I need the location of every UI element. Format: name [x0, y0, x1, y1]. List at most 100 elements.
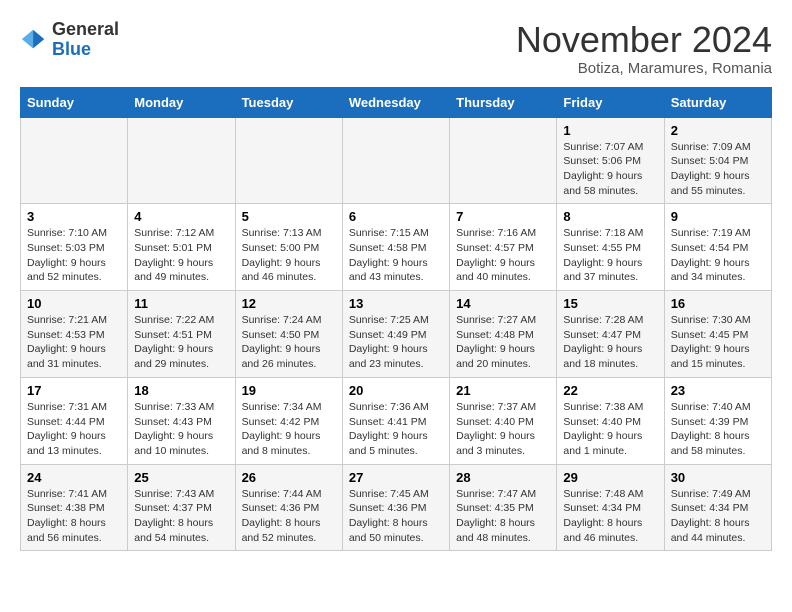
- day-detail: Sunrise: 7:10 AM Sunset: 5:03 PM Dayligh…: [27, 226, 121, 285]
- day-detail: Sunrise: 7:25 AM Sunset: 4:49 PM Dayligh…: [349, 313, 443, 372]
- page-header: General Blue November 2024 Botiza, Maram…: [20, 20, 772, 77]
- day-number: 25: [134, 470, 228, 485]
- day-number: 5: [242, 209, 336, 224]
- calendar-cell: 13 Sunrise: 7:25 AM Sunset: 4:49 PM Dayli…: [342, 291, 449, 378]
- calendar-cell: 9 Sunrise: 7:19 AM Sunset: 4:54 PM Daylig…: [664, 204, 771, 291]
- logo-icon: [20, 26, 48, 54]
- day-detail: Sunrise: 7:13 AM Sunset: 5:00 PM Dayligh…: [242, 226, 336, 285]
- day-detail: Sunrise: 7:44 AM Sunset: 4:36 PM Dayligh…: [242, 487, 336, 546]
- calendar-cell: [450, 117, 557, 204]
- day-number: 18: [134, 383, 228, 398]
- day-number: 22: [563, 383, 657, 398]
- calendar-cell: [342, 117, 449, 204]
- day-detail: Sunrise: 7:37 AM Sunset: 4:40 PM Dayligh…: [456, 400, 550, 459]
- location-subtitle: Botiza, Maramures, Romania: [516, 60, 772, 77]
- day-detail: Sunrise: 7:34 AM Sunset: 4:42 PM Dayligh…: [242, 400, 336, 459]
- calendar-cell: 12 Sunrise: 7:24 AM Sunset: 4:50 PM Dayli…: [235, 291, 342, 378]
- day-number: 9: [671, 209, 765, 224]
- calendar-week-4: 17 Sunrise: 7:31 AM Sunset: 4:44 PM Dayli…: [21, 377, 772, 464]
- day-detail: Sunrise: 7:09 AM Sunset: 5:04 PM Dayligh…: [671, 140, 765, 199]
- day-number: 30: [671, 470, 765, 485]
- day-detail: Sunrise: 7:38 AM Sunset: 4:40 PM Dayligh…: [563, 400, 657, 459]
- day-number: 13: [349, 296, 443, 311]
- weekday-header-sunday: Sunday: [21, 87, 128, 117]
- day-number: 26: [242, 470, 336, 485]
- calendar-cell: 16Sunrise: 7:30 AM Sunset: 4:45 PM Dayli…: [664, 291, 771, 378]
- calendar-cell: 14Sunrise: 7:27 AM Sunset: 4:48 PM Dayli…: [450, 291, 557, 378]
- day-detail: Sunrise: 7:45 AM Sunset: 4:36 PM Dayligh…: [349, 487, 443, 546]
- day-number: 1: [563, 123, 657, 138]
- day-detail: Sunrise: 7:40 AM Sunset: 4:39 PM Dayligh…: [671, 400, 765, 459]
- calendar-cell: 15Sunrise: 7:28 AM Sunset: 4:47 PM Dayli…: [557, 291, 664, 378]
- calendar-cell: 30 Sunrise: 7:49 AM Sunset: 4:34 PM Dayli…: [664, 464, 771, 551]
- day-detail: Sunrise: 7:07 AM Sunset: 5:06 PM Dayligh…: [563, 140, 657, 199]
- calendar-cell: 4 Sunrise: 7:12 AM Sunset: 5:01 PM Daylig…: [128, 204, 235, 291]
- day-detail: Sunrise: 7:49 AM Sunset: 4:34 PM Dayligh…: [671, 487, 765, 546]
- day-number: 8: [563, 209, 657, 224]
- calendar-cell: 10 Sunrise: 7:21 AM Sunset: 4:53 PM Dayli…: [21, 291, 128, 378]
- day-number: 27: [349, 470, 443, 485]
- day-number: 17: [27, 383, 121, 398]
- calendar-cell: 28 Sunrise: 7:47 AM Sunset: 4:35 PM Dayli…: [450, 464, 557, 551]
- day-number: 12: [242, 296, 336, 311]
- calendar-week-1: 1 Sunrise: 7:07 AM Sunset: 5:06 PM Daylig…: [21, 117, 772, 204]
- day-number: 6: [349, 209, 443, 224]
- calendar-table: SundayMondayTuesdayWednesdayThursdayFrid…: [20, 87, 772, 552]
- calendar-cell: [235, 117, 342, 204]
- day-detail: Sunrise: 7:22 AM Sunset: 4:51 PM Dayligh…: [134, 313, 228, 372]
- day-detail: Sunrise: 7:16 AM Sunset: 4:57 PM Dayligh…: [456, 226, 550, 285]
- day-detail: Sunrise: 7:19 AM Sunset: 4:54 PM Dayligh…: [671, 226, 765, 285]
- calendar-cell: 8 Sunrise: 7:18 AM Sunset: 4:55 PM Daylig…: [557, 204, 664, 291]
- day-detail: Sunrise: 7:15 AM Sunset: 4:58 PM Dayligh…: [349, 226, 443, 285]
- day-number: 10: [27, 296, 121, 311]
- calendar-week-2: 3 Sunrise: 7:10 AM Sunset: 5:03 PM Daylig…: [21, 204, 772, 291]
- day-detail: Sunrise: 7:30 AM Sunset: 4:45 PM Dayligh…: [671, 313, 765, 372]
- calendar-cell: 3 Sunrise: 7:10 AM Sunset: 5:03 PM Daylig…: [21, 204, 128, 291]
- day-detail: Sunrise: 7:33 AM Sunset: 4:43 PM Dayligh…: [134, 400, 228, 459]
- weekday-header-wednesday: Wednesday: [342, 87, 449, 117]
- day-number: 2: [671, 123, 765, 138]
- calendar-cell: 11 Sunrise: 7:22 AM Sunset: 4:51 PM Dayli…: [128, 291, 235, 378]
- calendar-cell: 17 Sunrise: 7:31 AM Sunset: 4:44 PM Dayli…: [21, 377, 128, 464]
- calendar-cell: 7Sunrise: 7:16 AM Sunset: 4:57 PM Daylig…: [450, 204, 557, 291]
- logo-general-text: General: [52, 19, 119, 39]
- day-number: 15: [563, 296, 657, 311]
- day-number: 28: [456, 470, 550, 485]
- day-detail: Sunrise: 7:27 AM Sunset: 4:48 PM Dayligh…: [456, 313, 550, 372]
- day-number: 3: [27, 209, 121, 224]
- calendar-cell: [21, 117, 128, 204]
- month-title: November 2024: [516, 20, 772, 60]
- day-number: 4: [134, 209, 228, 224]
- weekday-header-thursday: Thursday: [450, 87, 557, 117]
- day-number: 19: [242, 383, 336, 398]
- calendar-header-row: SundayMondayTuesdayWednesdayThursdayFrid…: [21, 87, 772, 117]
- day-number: 11: [134, 296, 228, 311]
- weekday-header-friday: Friday: [557, 87, 664, 117]
- calendar-cell: 25Sunrise: 7:43 AM Sunset: 4:37 PM Dayli…: [128, 464, 235, 551]
- title-area: November 2024 Botiza, Maramures, Romania: [516, 20, 772, 77]
- calendar-week-5: 24Sunrise: 7:41 AM Sunset: 4:38 PM Dayli…: [21, 464, 772, 551]
- calendar-cell: 22 Sunrise: 7:38 AM Sunset: 4:40 PM Dayli…: [557, 377, 664, 464]
- day-detail: Sunrise: 7:21 AM Sunset: 4:53 PM Dayligh…: [27, 313, 121, 372]
- day-number: 24: [27, 470, 121, 485]
- day-number: 21: [456, 383, 550, 398]
- calendar-cell: 29Sunrise: 7:48 AM Sunset: 4:34 PM Dayli…: [557, 464, 664, 551]
- calendar-cell: 2 Sunrise: 7:09 AM Sunset: 5:04 PM Daylig…: [664, 117, 771, 204]
- day-detail: Sunrise: 7:18 AM Sunset: 4:55 PM Dayligh…: [563, 226, 657, 285]
- weekday-header-saturday: Saturday: [664, 87, 771, 117]
- calendar-cell: 1 Sunrise: 7:07 AM Sunset: 5:06 PM Daylig…: [557, 117, 664, 204]
- calendar-cell: 20Sunrise: 7:36 AM Sunset: 4:41 PM Dayli…: [342, 377, 449, 464]
- day-number: 23: [671, 383, 765, 398]
- calendar-week-3: 10 Sunrise: 7:21 AM Sunset: 4:53 PM Dayli…: [21, 291, 772, 378]
- calendar-cell: 19 Sunrise: 7:34 AM Sunset: 4:42 PM Dayli…: [235, 377, 342, 464]
- calendar-cell: [128, 117, 235, 204]
- logo: General Blue: [20, 20, 119, 60]
- calendar-cell: 26 Sunrise: 7:44 AM Sunset: 4:36 PM Dayli…: [235, 464, 342, 551]
- calendar-cell: 24Sunrise: 7:41 AM Sunset: 4:38 PM Dayli…: [21, 464, 128, 551]
- day-detail: Sunrise: 7:47 AM Sunset: 4:35 PM Dayligh…: [456, 487, 550, 546]
- day-detail: Sunrise: 7:24 AM Sunset: 4:50 PM Dayligh…: [242, 313, 336, 372]
- day-detail: Sunrise: 7:48 AM Sunset: 4:34 PM Dayligh…: [563, 487, 657, 546]
- day-detail: Sunrise: 7:12 AM Sunset: 5:01 PM Dayligh…: [134, 226, 228, 285]
- day-detail: Sunrise: 7:31 AM Sunset: 4:44 PM Dayligh…: [27, 400, 121, 459]
- calendar-cell: 6 Sunrise: 7:15 AM Sunset: 4:58 PM Daylig…: [342, 204, 449, 291]
